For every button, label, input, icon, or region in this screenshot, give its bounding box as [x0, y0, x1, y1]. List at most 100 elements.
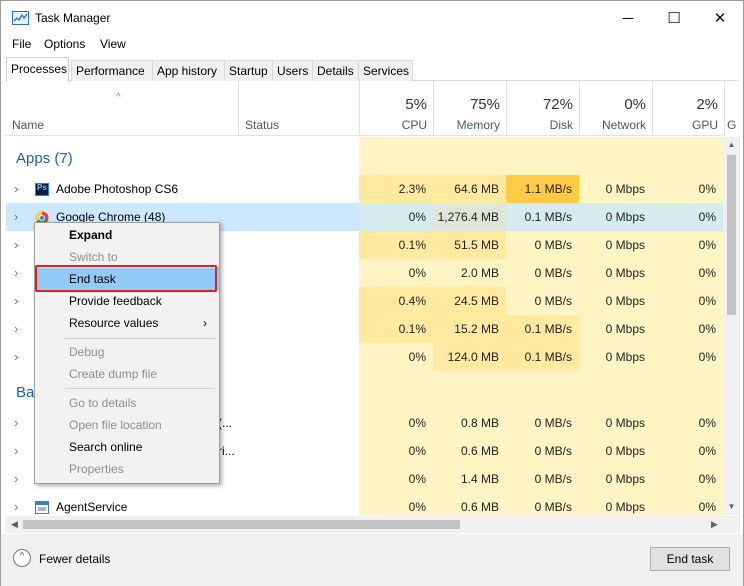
menu-item-properties: Properties	[69, 462, 124, 476]
menu-item-create-dump-file: Create dump file	[69, 367, 158, 381]
expand-chevron-icon[interactable]: ›	[14, 259, 18, 287]
memory-cell: 24.5 MB	[433, 287, 506, 315]
close-button[interactable]: ✕	[697, 1, 743, 35]
vertical-scrollbar[interactable]: ▲ ▼	[723, 137, 740, 515]
expand-chevron-icon[interactable]: ›	[14, 437, 18, 465]
disk-total: 72%	[542, 96, 573, 113]
memory-total: 75%	[469, 96, 500, 113]
maximize-button[interactable]: ☐	[651, 1, 697, 35]
column-status-header[interactable]: Status	[238, 81, 359, 136]
gpu-total: 2%	[696, 96, 718, 113]
tab-startup[interactable]: Startup	[224, 60, 274, 81]
tab-processes[interactable]: Processes	[6, 57, 69, 82]
tab-users[interactable]: Users	[272, 60, 314, 81]
collapse-up-icon[interactable]: ^	[13, 549, 31, 567]
group-background-processes: Ba	[16, 384, 35, 401]
disk-cell: 0.1 MB/s	[506, 343, 579, 371]
cpu-cell: 0%	[408, 472, 426, 486]
gpu-cell: 0%	[698, 416, 716, 430]
memory-cell: 1.4 MB	[460, 472, 499, 486]
menu-item-search-online[interactable]: Search online	[35, 436, 219, 458]
memory-cell: 0.6 MB	[460, 444, 499, 458]
expand-chevron-icon[interactable]: ›	[14, 315, 18, 343]
task-manager-app-icon	[12, 11, 29, 25]
disk-cell: 0 MB/s	[534, 238, 572, 252]
memory-cell: 51.5 MB	[433, 231, 506, 259]
vertical-scroll-thumb[interactable]	[727, 155, 736, 315]
table-row-photoshop[interactable]: › Ps Adobe Photoshop CS6 2.3% 64.6 MB 1.…	[6, 175, 723, 203]
horizontal-scrollbar[interactable]: ◀ ▶	[6, 516, 723, 533]
gpu-cell: 0%	[698, 472, 716, 486]
network-label: Network	[601, 118, 646, 132]
gpu-cell: 0%	[652, 203, 723, 231]
column-gpu-header[interactable]: 2% GPU	[652, 81, 724, 136]
memory-cell: 64.6 MB	[433, 175, 506, 203]
expand-chevron-icon[interactable]: ›	[14, 175, 18, 203]
cpu-cell: 0%	[408, 444, 426, 458]
scroll-left-icon[interactable]: ◀	[6, 516, 23, 533]
expand-chevron-icon[interactable]: ›	[14, 465, 18, 493]
scroll-down-icon[interactable]: ▼	[723, 499, 740, 515]
expand-chevron-icon[interactable]: ›	[14, 343, 18, 371]
fewer-details-link[interactable]: Fewer details	[39, 552, 110, 566]
context-menu: Expand Switch to End task Provide feedba…	[34, 222, 220, 484]
cpu-cell: 0.4%	[359, 287, 433, 315]
menu-file[interactable]: File	[12, 37, 31, 51]
menu-item-expand[interactable]: Expand	[35, 224, 219, 246]
network-cell: 0 Mbps	[605, 416, 645, 430]
cpu-cell: 0.1%	[359, 231, 433, 259]
cpu-cell: 0%	[408, 416, 426, 430]
memory-label: Memory	[456, 118, 500, 132]
disk-label: Disk	[549, 118, 573, 132]
network-cell: 0 Mbps	[579, 203, 652, 231]
column-name[interactable]: Name	[12, 118, 44, 132]
column-status: Status	[245, 118, 280, 132]
scroll-up-icon[interactable]: ▲	[723, 137, 740, 153]
expand-chevron-icon[interactable]: ›	[14, 203, 18, 231]
expand-chevron-icon[interactable]: ›	[14, 493, 18, 515]
menu-item-open-file-location: Open file location	[69, 418, 162, 432]
tab-strip: Processes Performance App history Startu…	[6, 57, 739, 82]
menu-item-resource-values[interactable]: Resource values ›	[35, 312, 219, 334]
tab-services[interactable]: Services	[358, 60, 413, 81]
menu-item-provide-feedback[interactable]: Provide feedback	[35, 290, 219, 312]
menu-view[interactable]: View	[100, 37, 126, 51]
memory-cell: 15.2 MB	[433, 315, 506, 343]
menu-options[interactable]: Options	[44, 37, 85, 51]
disk-cell: 1.1 MB/s	[506, 175, 579, 203]
network-cell: 0 Mbps	[605, 294, 645, 308]
column-cpu-header[interactable]: 5% CPU	[359, 81, 433, 136]
end-task-button[interactable]: End task	[650, 547, 730, 571]
column-memory-header[interactable]: 75% Memory	[433, 81, 506, 136]
column-network-header[interactable]: 0% Network	[579, 81, 652, 136]
tab-details[interactable]: Details	[312, 60, 360, 81]
disk-cell: 0 MB/s	[534, 416, 572, 430]
horizontal-scroll-thumb[interactable]	[23, 520, 460, 529]
column-disk-header[interactable]: 72% Disk	[506, 81, 579, 136]
network-cell: 0 Mbps	[605, 350, 645, 364]
menu-item-go-to-details: Go to details	[69, 396, 137, 410]
disk-cell: 0 MB/s	[534, 266, 572, 280]
column-gpu-engine-header[interactable]: G	[724, 81, 737, 136]
gpu-cell: 0%	[698, 238, 716, 252]
menu-separator	[65, 338, 215, 339]
gpu-engine-label: G	[727, 118, 737, 132]
tab-app-history[interactable]: App history	[152, 60, 226, 81]
network-total: 0%	[624, 96, 646, 113]
table-row-agentservice[interactable]: › AgentService 0% 0.6 MB 0 MB/s 0 Mbps 0…	[6, 493, 723, 515]
expand-chevron-icon[interactable]: ›	[14, 287, 18, 315]
cpu-cell: 0%	[408, 350, 426, 364]
expand-chevron-icon[interactable]: ›	[14, 231, 18, 259]
scroll-right-icon[interactable]: ▶	[706, 516, 723, 533]
end-task-highlight-box	[35, 265, 217, 292]
disk-cell: 0.1 MB/s	[506, 203, 579, 231]
network-cell: 0 Mbps	[605, 266, 645, 280]
tab-performance[interactable]: Performance	[71, 60, 154, 81]
network-cell: 0 Mbps	[605, 472, 645, 486]
process-name: Adobe Photoshop CS6	[56, 182, 179, 196]
minimize-button[interactable]: ─	[605, 1, 651, 35]
menu-item-debug: Debug	[69, 345, 105, 359]
photoshop-icon: Ps	[35, 183, 49, 196]
expand-chevron-icon[interactable]: ›	[14, 409, 18, 437]
gpu-cell: 0%	[698, 182, 716, 196]
